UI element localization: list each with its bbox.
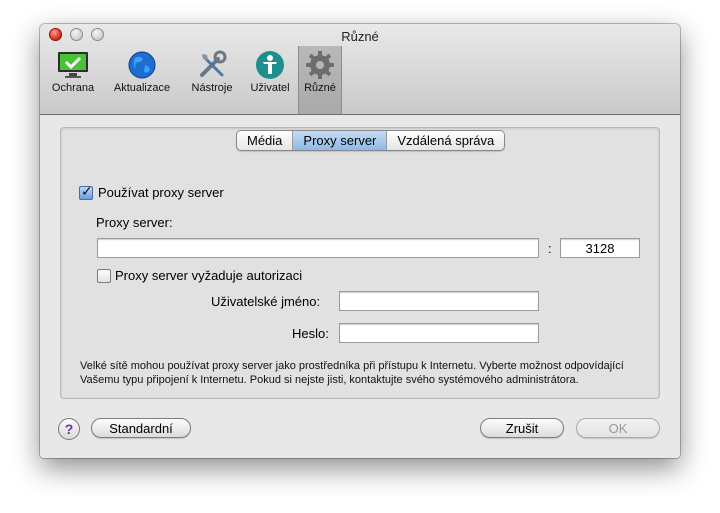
toolbar-item-ruzne[interactable]: Různé [298, 46, 342, 114]
auth-required-checkbox[interactable] [97, 269, 111, 283]
title-bar: Různé Ochrana Aktualizace Nástroje Uživa… [40, 24, 680, 115]
password-label: Heslo: [292, 326, 329, 341]
help-button[interactable]: ? [58, 418, 80, 440]
toolbar-item-uzivatel[interactable]: Uživatel [245, 46, 295, 98]
username-label: Uživatelské jméno: [211, 294, 321, 309]
user-icon [254, 49, 286, 81]
auth-required-label: Proxy server vyžaduje autorizaci [115, 268, 303, 283]
preferences-window: Různé Ochrana Aktualizace Nástroje Uživa… [40, 24, 680, 458]
toolbar-item-ochrana[interactable]: Ochrana [48, 46, 98, 98]
shield-monitor-icon [57, 49, 89, 81]
globe-icon [126, 49, 158, 81]
cancel-button[interactable]: Zrušit [480, 418, 564, 438]
default-button[interactable]: Standardní [91, 418, 191, 438]
tab-vzdalena-sprava[interactable]: Vzdálená správa [387, 131, 504, 150]
gear-icon [304, 49, 336, 81]
proxy-server-field[interactable] [97, 238, 539, 258]
checkmark-icon: ✓ [81, 183, 93, 199]
proxy-info-text: Velké sítě mohou používat proxy server j… [80, 360, 624, 386]
port-separator: : [548, 241, 552, 256]
proxy-settings-panel: Média Proxy server Vzdálená správa [60, 127, 660, 399]
username-field[interactable] [339, 291, 539, 311]
password-field[interactable] [339, 323, 539, 343]
toolbar-item-aktualizace[interactable]: Aktualizace [108, 46, 176, 98]
tools-icon [196, 49, 228, 81]
use-proxy-checkbox[interactable]: ✓ [79, 183, 93, 200]
content-area: Média Proxy server Vzdálená správa ✓ Pou… [40, 115, 680, 458]
tab-bar: Média Proxy server Vzdálená správa [236, 130, 506, 151]
ok-button[interactable]: OK [576, 418, 660, 438]
proxy-server-label: Proxy server: [96, 215, 173, 230]
port-field[interactable]: 3128 [560, 238, 640, 258]
tab-media[interactable]: Média [237, 131, 294, 150]
use-proxy-label: Používat proxy server [98, 185, 224, 200]
toolbar-item-nastroje[interactable]: Nástroje [186, 46, 238, 98]
tab-proxy-server[interactable]: Proxy server [293, 131, 388, 150]
window-title: Různé [341, 29, 379, 44]
